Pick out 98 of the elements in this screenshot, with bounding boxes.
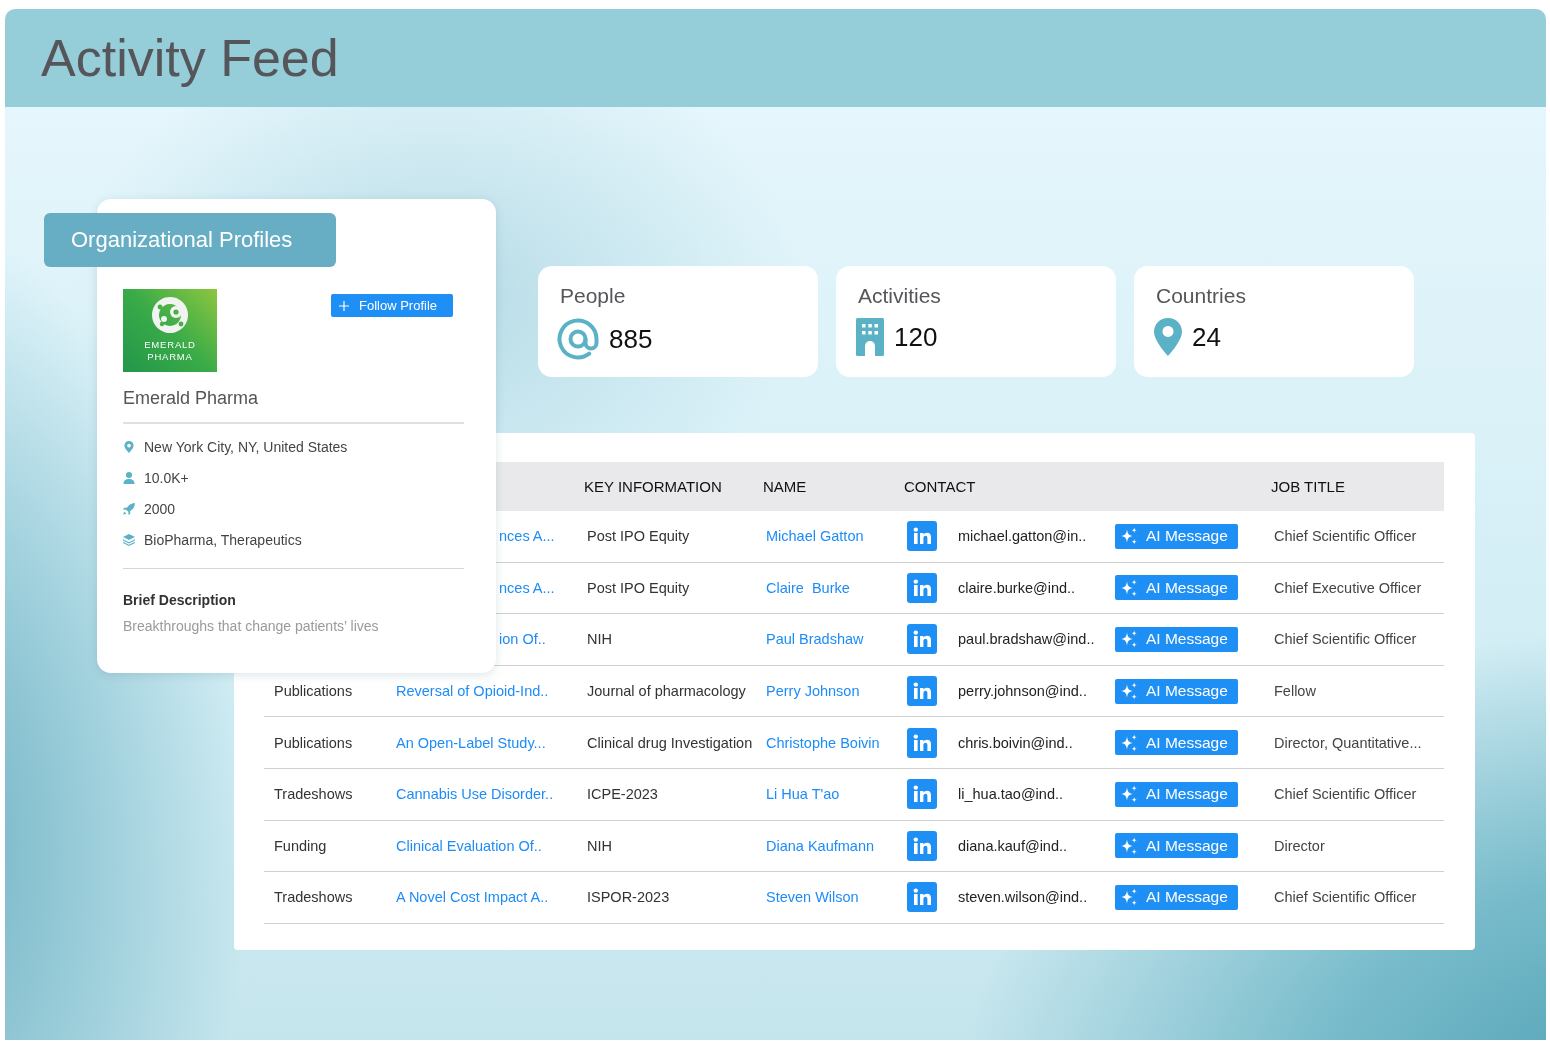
key-information: Journal of pharmacology xyxy=(586,683,746,700)
sparkle-icon xyxy=(1120,785,1138,804)
linkedin-icon[interactable] xyxy=(907,830,937,861)
job-title: Chief Executive Officer xyxy=(1273,579,1422,596)
job-title: Chief Scientific Officer xyxy=(1273,786,1417,803)
job-title: Chief Scientific Officer xyxy=(1273,889,1417,906)
rocket-icon xyxy=(123,503,135,515)
key-information: ICPE-2023 xyxy=(586,786,658,803)
ai-message-button[interactable]: AI Message xyxy=(1115,678,1238,704)
email-text: michael.gatton@in.. xyxy=(958,528,1088,545)
description-heading: Brief Description xyxy=(123,591,236,609)
activity-type: Tradeshows xyxy=(273,786,353,803)
ai-message-button[interactable]: AI Message xyxy=(1115,627,1238,652)
column-header: NAME xyxy=(762,478,807,495)
column-header: KEY INFORMATION xyxy=(583,478,722,495)
description-text: Breakthroughs that change patients’ lives xyxy=(123,617,379,635)
ai-message-button[interactable]: AI Message xyxy=(1115,730,1238,756)
column-header: CONTACT xyxy=(903,478,976,495)
linkedin-icon[interactable] xyxy=(907,727,937,758)
linkedin-icon[interactable] xyxy=(907,521,937,552)
email-text: li_hua.tao@ind.. xyxy=(958,786,1064,803)
stat-value: 885 xyxy=(609,324,653,354)
stat-value: 120 xyxy=(894,322,938,352)
sparkle-icon xyxy=(1120,578,1138,597)
sparkle-icon xyxy=(1120,733,1138,752)
linkedin-icon[interactable] xyxy=(907,572,937,603)
email-text: chris.boivin@ind.. xyxy=(958,734,1074,751)
activity-type: Tradeshows xyxy=(273,889,353,906)
linkedin-icon[interactable] xyxy=(907,676,937,707)
name-link[interactable]: Michael Gatton xyxy=(756,528,864,545)
job-title: Chief Scientific Officer xyxy=(1273,528,1417,545)
sparkle-icon xyxy=(1120,888,1138,907)
title-link[interactable]: A Novel Cost Impact A.. xyxy=(386,889,549,906)
building-icon xyxy=(856,318,884,356)
email-text: claire.burke@ind.. xyxy=(958,579,1077,596)
ai-message-button[interactable]: AI Message xyxy=(1115,884,1238,910)
title-link[interactable]: nces A... xyxy=(499,528,555,545)
column-header: JOB TITLE xyxy=(1270,478,1345,495)
ai-message-button[interactable]: AI Message xyxy=(1115,523,1238,549)
email-text: paul.bradshaw@ind.. xyxy=(958,631,1096,648)
activity-type: Publications xyxy=(273,734,353,751)
key-information: ISPOR-2023 xyxy=(586,889,670,906)
stat-label: Countries xyxy=(1156,283,1246,309)
ai-message-button[interactable]: AI Message xyxy=(1115,781,1238,807)
ai-message-button[interactable]: AI Message xyxy=(1115,833,1238,859)
company-name: Emerald Pharma xyxy=(123,387,259,409)
stat-label: Activities xyxy=(858,283,941,309)
stat-label: People xyxy=(560,283,626,309)
logo-text: EMERALD PHARMA xyxy=(143,339,197,363)
key-information: Post IPO Equity xyxy=(586,579,690,596)
title-link[interactable]: ion Of.. xyxy=(499,631,546,648)
person-icon xyxy=(123,472,135,484)
activity-type: Funding xyxy=(273,837,327,854)
emblem-icon xyxy=(150,295,190,335)
detail-text: New York City, NY, United States xyxy=(144,439,348,455)
at-sign-icon xyxy=(557,318,599,360)
name-link[interactable]: Diana Kaufmann xyxy=(756,837,874,854)
plus-icon xyxy=(339,300,349,311)
linkedin-icon[interactable] xyxy=(907,882,937,913)
name-link[interactable]: Paul Bradshaw xyxy=(756,631,864,648)
section-heading: Organizational Profiles xyxy=(44,213,336,267)
detail-text: BioPharma, Therapeutics xyxy=(144,532,302,548)
job-title: Director xyxy=(1273,837,1325,854)
detail-text: 2000 xyxy=(144,501,176,517)
job-title: Chief Scientific Officer xyxy=(1273,631,1417,648)
name-link[interactable]: Steven Wilson xyxy=(756,889,859,906)
layers-icon xyxy=(123,534,135,546)
name-link[interactable]: Li Hua T'ao xyxy=(756,786,840,803)
title-link[interactable]: An Open-Label Study... xyxy=(386,734,546,751)
key-information: Clinical drug Investigation xyxy=(586,734,753,751)
name-link[interactable]: Perry Johnson xyxy=(756,683,860,700)
map-pin-icon xyxy=(1154,318,1182,356)
activity-type: Publications xyxy=(273,683,353,700)
key-information: Post IPO Equity xyxy=(586,528,690,545)
job-title: Fellow xyxy=(1273,683,1316,700)
title-link[interactable]: nces A... xyxy=(499,579,555,596)
stat-value: 24 xyxy=(1192,322,1221,352)
ai-message-button[interactable]: AI Message xyxy=(1115,575,1238,601)
email-text: perry.johnson@ind.. xyxy=(958,683,1088,700)
follow-button[interactable]: Follow Profile xyxy=(331,294,453,317)
sparkle-icon xyxy=(1120,630,1138,649)
key-information: NIH xyxy=(586,631,612,648)
key-information: NIH xyxy=(586,837,612,854)
email-text: steven.wilson@ind.. xyxy=(958,889,1089,906)
sparkle-icon xyxy=(1120,527,1138,546)
title-link[interactable]: Reversal of Opioid-Ind.. xyxy=(386,683,549,700)
sparkle-icon xyxy=(1120,836,1138,855)
name-link[interactable]: Christophe Boivin xyxy=(756,734,880,751)
title-link[interactable]: Cannabis Use Disorder.. xyxy=(386,786,554,803)
name-link[interactable]: Claire Burke xyxy=(756,579,850,596)
job-title: Director, Quantitative... xyxy=(1273,734,1422,751)
title-link[interactable]: Clinical Evaluation Of.. xyxy=(386,837,542,854)
linkedin-icon[interactable] xyxy=(907,779,937,810)
linkedin-icon[interactable] xyxy=(907,624,937,655)
sparkle-icon xyxy=(1120,682,1138,701)
email-text: diana.kauf@ind.. xyxy=(958,837,1069,854)
location-pin-icon xyxy=(123,441,135,453)
detail-text: 10.0K+ xyxy=(144,470,189,486)
